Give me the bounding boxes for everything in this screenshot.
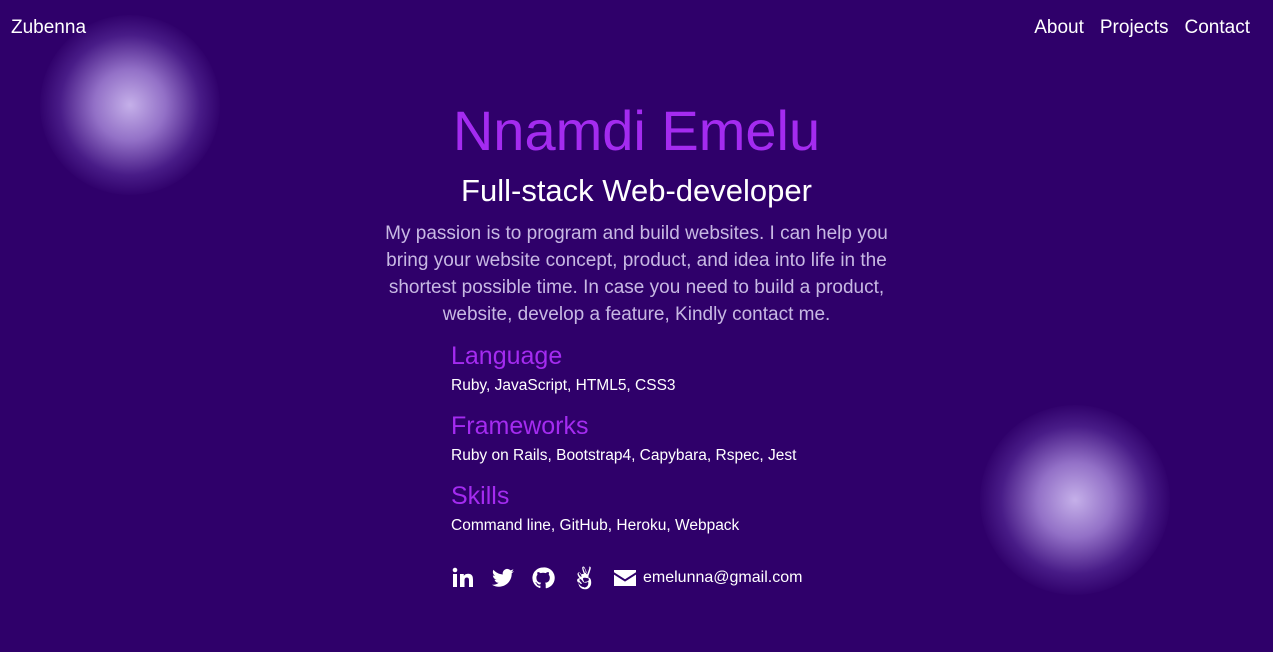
skills-section: Language Ruby, JavaScript, HTML5, CSS3 F… [451,340,951,550]
nav-link-contact[interactable]: Contact [1185,17,1250,39]
twitter-icon[interactable] [491,566,515,590]
skill-block-frameworks: Frameworks Ruby on Rails, Bootstrap4, Ca… [451,410,951,466]
nav-link-about[interactable]: About [1034,17,1084,39]
hero-bio: My passion is to program and build websi… [385,223,888,325]
nav-links: About Projects Contact [1034,17,1250,39]
navbar: Zubenna About Projects Contact [0,0,1273,58]
email-contact[interactable]: emelunna@gmail.com [613,566,802,590]
skill-block-skills: Skills Command line, GitHub, Heroku, Web… [451,480,951,536]
skill-list: Command line, GitHub, Heroku, Webpack [451,517,740,534]
hero-section: Nnamdi Emelu Full-stack Web-developer My… [0,96,1273,328]
decorative-glow-right [980,405,1170,595]
hero-role: Full-stack Web-developer [461,173,812,208]
social-links: emelunna@gmail.com [451,566,802,590]
nav-link-projects[interactable]: Projects [1100,17,1169,39]
skill-title: Frameworks [451,412,589,440]
envelope-icon [613,566,637,590]
angellist-icon[interactable] [571,566,595,590]
skill-block-language: Language Ruby, JavaScript, HTML5, CSS3 [451,340,951,396]
email-text: emelunna@gmail.com [643,569,803,586]
skill-list: Ruby, JavaScript, HTML5, CSS3 [451,377,676,394]
skill-title: Language [451,342,563,370]
hero-name: Nnamdi Emelu [452,99,821,162]
page: Zubenna About Projects Contact Nnamdi Em… [0,0,1273,652]
brand-link[interactable]: Zubenna [11,17,86,39]
skill-list: Ruby on Rails, Bootstrap4, Capybara, Rsp… [451,447,797,464]
github-icon[interactable] [531,566,555,590]
skill-title: Skills [451,482,510,510]
linkedin-icon[interactable] [451,566,475,590]
